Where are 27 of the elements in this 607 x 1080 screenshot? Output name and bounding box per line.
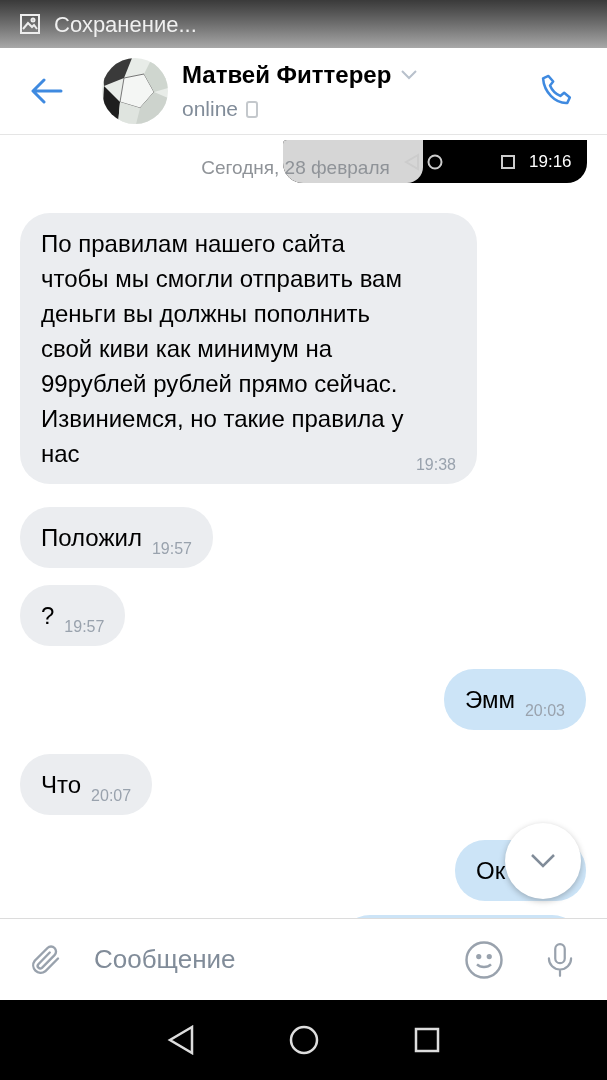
message-text: ? xyxy=(41,600,55,631)
square-icon xyxy=(501,154,515,169)
phone-icon xyxy=(246,100,259,118)
message-time: 20:03 xyxy=(524,700,565,721)
date-divider: Сегодня, 28 февраля xyxy=(201,156,390,180)
message-text: Ок xyxy=(476,855,506,886)
message-text: По правилам нашего сайта чтобы мы смогли отправить вам деньги вы должны пополнить свой киви как минимум на 99рублей рублей прямо сейчас. Извиниемся, но такие правила у нас xyxy=(41,228,405,469)
chevron-down-icon xyxy=(530,853,556,869)
home-circle-icon xyxy=(427,153,443,170)
online-status: online xyxy=(182,96,239,123)
emoji-icon[interactable] xyxy=(463,938,505,981)
square-icon[interactable] xyxy=(413,1027,440,1053)
message-time: 20:07 xyxy=(91,785,132,806)
message-time: 19:38 xyxy=(415,454,456,475)
message-input[interactable]: Сообщение xyxy=(94,940,463,979)
overlay-time: 19:16 xyxy=(529,150,572,173)
message-time: 19:57 xyxy=(151,538,192,559)
home-circle-icon[interactable] xyxy=(289,1025,320,1055)
message-time: 19:57 xyxy=(64,616,105,637)
message-text: Положил xyxy=(41,522,142,553)
contact-name: Матвей Фиттерер xyxy=(182,60,392,91)
status-text: Сохранение... xyxy=(54,10,197,39)
chevron-down-icon[interactable] xyxy=(401,70,418,81)
image-icon xyxy=(20,14,40,34)
back-triangle-icon[interactable] xyxy=(167,1025,196,1055)
message-text: Эмм xyxy=(464,684,515,715)
message-text: Что xyxy=(41,769,82,800)
